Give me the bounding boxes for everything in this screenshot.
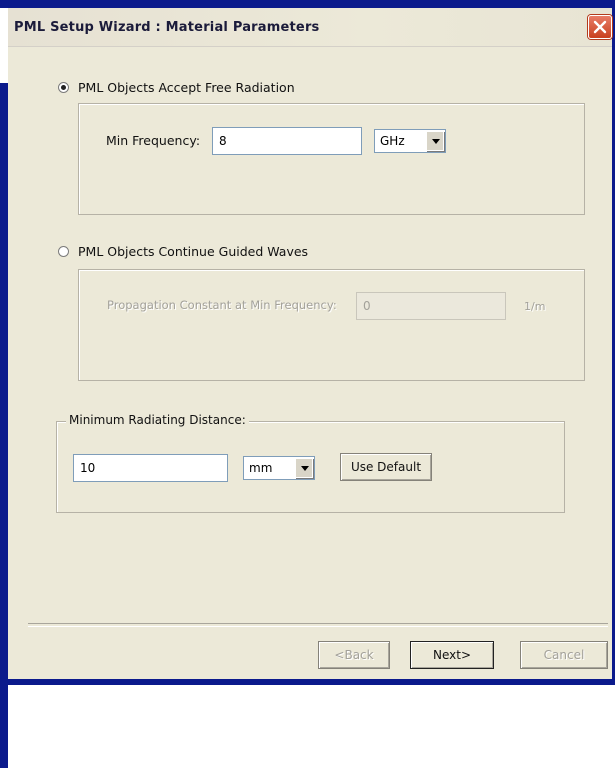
- background-strip: [0, 8, 8, 83]
- min-frequency-input[interactable]: 8: [212, 127, 362, 155]
- dialog-content: PML Objects Accept Free Radiation Min Fr…: [8, 47, 612, 679]
- propagation-label: Propagation Constant at Min Frequency:: [107, 298, 337, 312]
- free-radiation-group: Min Frequency: 8 GHz: [78, 103, 585, 215]
- radio-free-radiation-indicator[interactable]: [58, 82, 69, 93]
- use-default-button[interactable]: Use Default: [340, 453, 432, 481]
- chevron-down-icon[interactable]: [426, 131, 444, 151]
- title-bar[interactable]: PML Setup Wizard : Material Parameters: [8, 8, 612, 47]
- chevron-down-icon[interactable]: [295, 458, 313, 478]
- guided-waves-group: Propagation Constant at Min Frequency: 0…: [78, 269, 585, 381]
- radio-free-radiation[interactable]: PML Objects Accept Free Radiation: [58, 80, 295, 95]
- radio-guided-waves-label: PML Objects Continue Guided Waves: [78, 244, 309, 259]
- button-divider: [28, 623, 608, 627]
- propagation-unit-label: 1/m: [524, 300, 546, 313]
- min-frequency-label: Min Frequency:: [106, 133, 201, 148]
- close-button[interactable]: [588, 15, 612, 39]
- next-button[interactable]: Next>: [410, 641, 494, 669]
- min-frequency-unit-value: GHz: [380, 134, 405, 148]
- cancel-button[interactable]: Cancel: [520, 641, 608, 669]
- close-icon: [593, 20, 607, 34]
- min-frequency-unit-select[interactable]: GHz: [374, 129, 446, 153]
- window-frame-bottom: [0, 679, 615, 685]
- window-frame-top: [0, 0, 615, 8]
- min-radiating-distance-unit-select[interactable]: mm: [243, 456, 315, 480]
- min-radiating-distance-unit-value: mm: [249, 461, 273, 475]
- propagation-input[interactable]: 0: [356, 292, 506, 320]
- radio-free-radiation-label: PML Objects Accept Free Radiation: [78, 80, 295, 95]
- window-frame-left: [0, 83, 8, 768]
- min-radiating-distance-caption: Minimum Radiating Distance:: [66, 413, 249, 427]
- min-radiating-distance-input[interactable]: 10: [73, 454, 228, 482]
- window-title: PML Setup Wizard : Material Parameters: [14, 20, 320, 35]
- radio-guided-waves-indicator[interactable]: [58, 246, 69, 257]
- back-button[interactable]: <Back: [318, 641, 390, 669]
- radio-guided-waves[interactable]: PML Objects Continue Guided Waves: [58, 244, 308, 259]
